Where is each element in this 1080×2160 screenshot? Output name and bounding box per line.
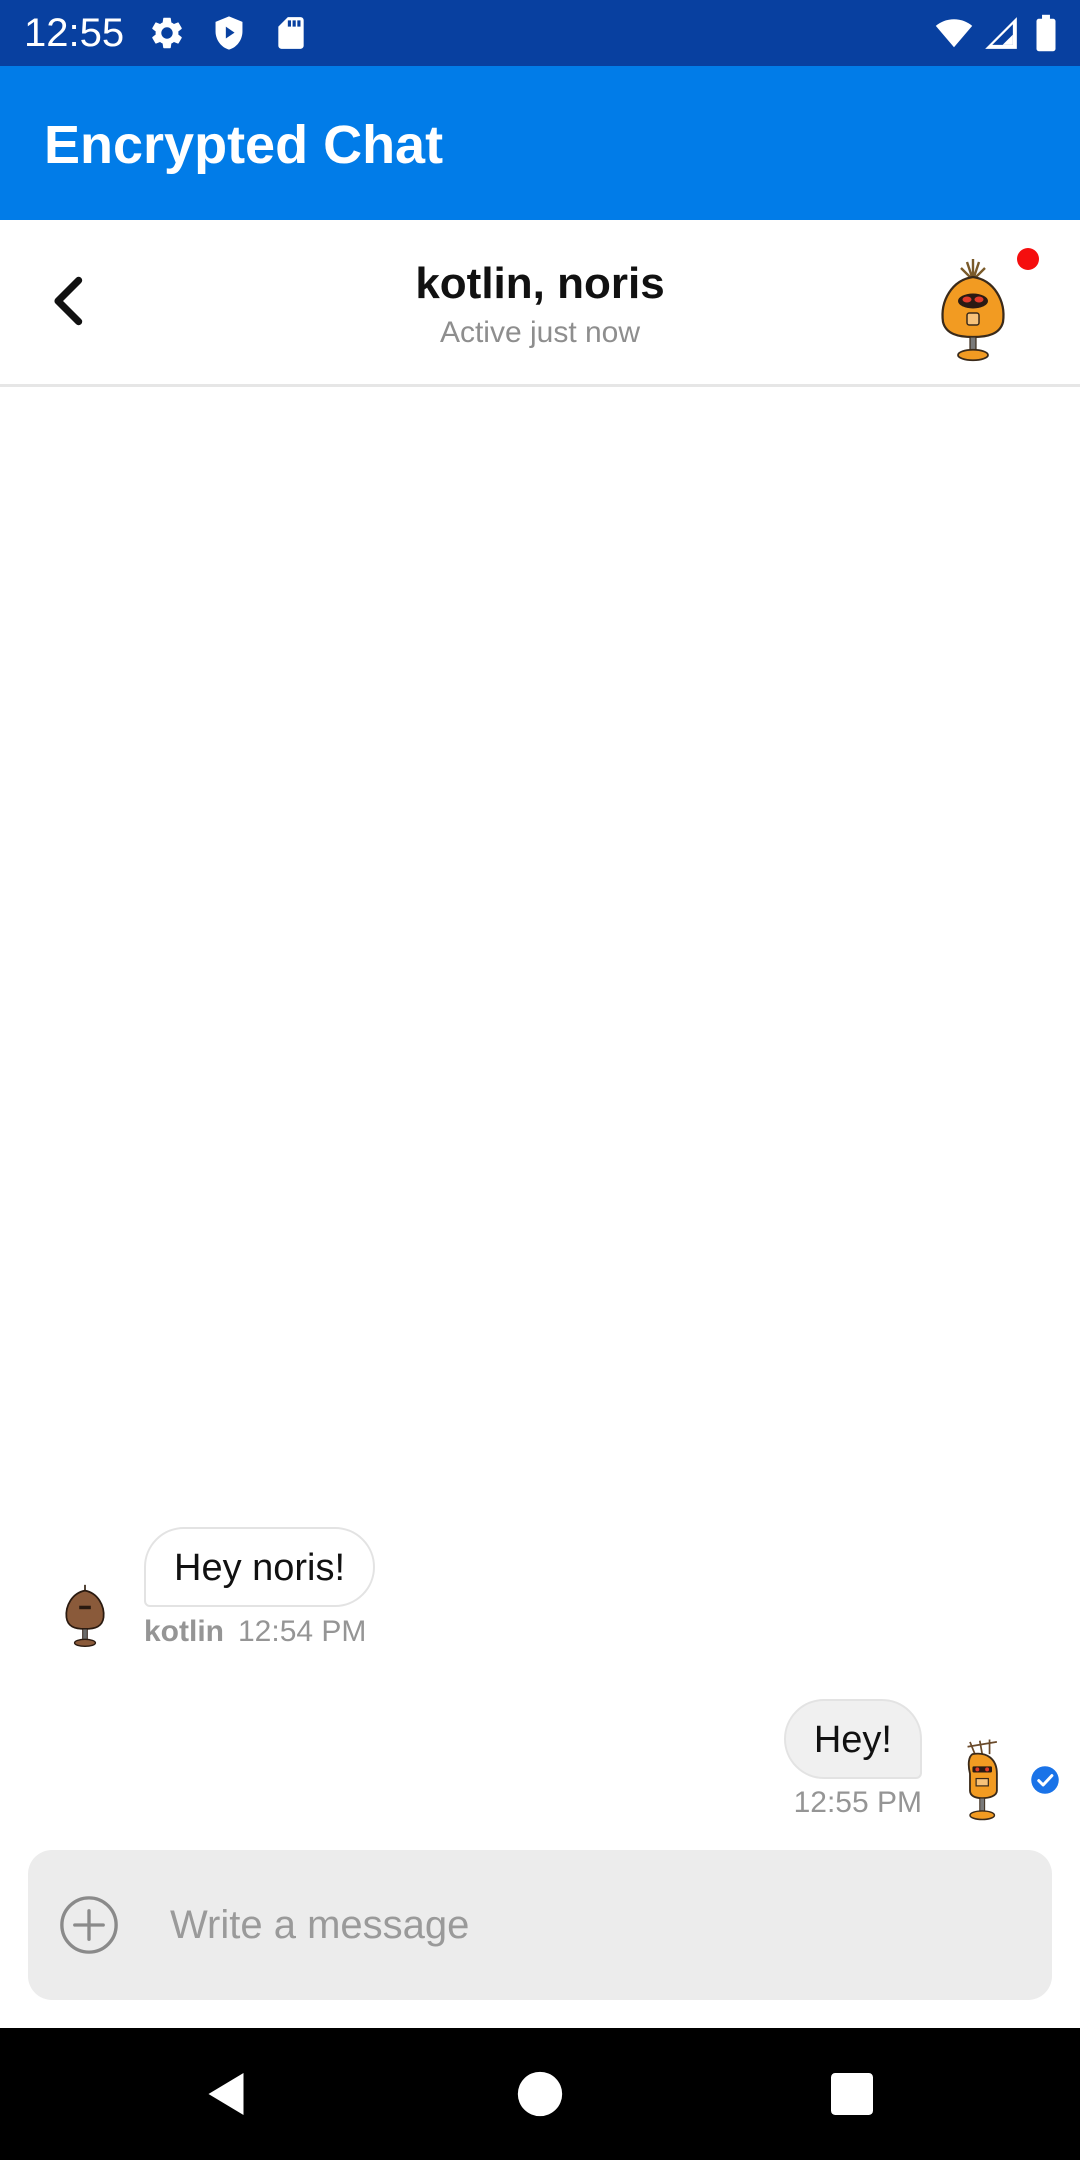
plus-circle-icon[interactable] <box>58 1894 120 1956</box>
home-circle-icon[interactable] <box>512 2066 568 2122</box>
chevron-left-icon[interactable] <box>36 268 102 334</box>
recents-square-icon[interactable] <box>824 2066 880 2122</box>
chat-header: kotlin, noris Active just now <box>0 220 1080 387</box>
read-check-icon <box>1031 1766 1059 1794</box>
message-meta-incoming: kotlin 12:54 PM <box>144 1614 366 1650</box>
shield-play-icon <box>215 16 243 50</box>
app-title: Encrypted Chat <box>44 115 444 175</box>
message-time: 12:54 PM <box>238 1615 367 1648</box>
orange-robot-avatar-icon[interactable] <box>928 256 1018 364</box>
system-nav-bar <box>0 2028 1080 2160</box>
chat-subtitle: Active just now <box>439 316 641 349</box>
orange-antenna-robot-avatar-icon[interactable] <box>950 1737 1012 1825</box>
message-list[interactable]: Hey noris! kotlin 12:54 PM Hey! 12:55 PM <box>0 387 1080 1847</box>
online-status-dot <box>1017 248 1039 270</box>
message-composer <box>28 1850 1052 2000</box>
status-bar: 12:55 <box>0 0 1080 66</box>
gear-icon <box>152 17 182 49</box>
message-input[interactable] <box>170 1885 1010 1965</box>
message-author: kotlin <box>144 1615 224 1648</box>
cellular-signal-icon <box>985 17 1017 49</box>
chat-title: kotlin, noris <box>415 259 665 308</box>
message-time-outgoing: 12:55 PM <box>793 1786 922 1819</box>
wifi-icon <box>935 19 973 48</box>
sd-card-icon <box>278 17 304 49</box>
message-bubble-outgoing[interactable]: Hey! <box>783 1699 922 1779</box>
status-time: 12:55 <box>24 11 125 55</box>
brown-robot-avatar-icon[interactable] <box>56 1580 114 1650</box>
battery-icon <box>1036 14 1056 52</box>
message-bubble-incoming[interactable]: Hey noris! <box>144 1527 376 1607</box>
back-triangle-icon[interactable] <box>198 2066 254 2122</box>
app-bar: Encrypted Chat <box>0 66 1080 220</box>
